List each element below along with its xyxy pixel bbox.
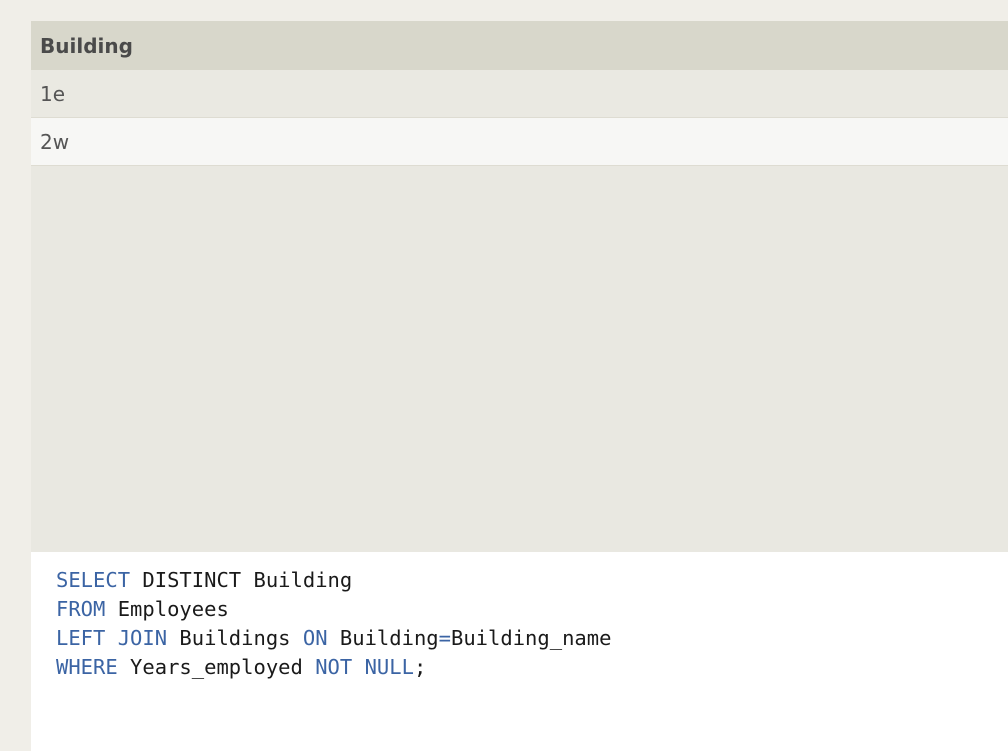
sql-exercise-page: Building 1e 2w SELECT DISTINCT Building F… bbox=[0, 0, 1008, 751]
sql-keyword-token: = bbox=[438, 626, 451, 650]
table-header-building: Building bbox=[31, 21, 1008, 70]
sql-text-token: Building_name bbox=[450, 626, 612, 650]
sql-keyword-token: NOT NULL bbox=[315, 655, 414, 679]
table-row: 2w bbox=[31, 118, 1008, 166]
sql-text-token: Years_employed bbox=[117, 655, 316, 679]
code-line[interactable]: FROM Employees bbox=[56, 595, 1008, 624]
table-row: 1e bbox=[31, 70, 1008, 118]
code-line[interactable]: WHERE Years_employed NOT NULL; bbox=[56, 653, 1008, 682]
sql-text-token: ; bbox=[413, 655, 427, 679]
sql-text-token: Building bbox=[327, 626, 439, 650]
sql-text-token: Employees bbox=[105, 597, 229, 621]
sql-keyword-token: LEFT JOIN bbox=[56, 626, 168, 650]
table-cell: 2w bbox=[40, 129, 70, 154]
sql-query-editor[interactable]: SELECT DISTINCT Building FROM Employees LE… bbox=[31, 552, 1008, 751]
table-cell: 1e bbox=[40, 81, 66, 106]
sql-keyword-token: FROM bbox=[56, 597, 106, 621]
code-line[interactable]: LEFT JOIN Buildings ON Building=Building… bbox=[56, 624, 1008, 653]
sql-keyword-token: ON bbox=[302, 626, 328, 650]
sql-text-token: DISTINCT Building bbox=[130, 568, 353, 592]
sql-text-token: Buildings bbox=[167, 626, 303, 650]
sql-keyword-token: WHERE bbox=[56, 655, 118, 679]
query-results-table: Building 1e 2w bbox=[31, 21, 1008, 552]
sql-keyword-token: SELECT bbox=[56, 568, 131, 592]
code-line[interactable]: SELECT DISTINCT Building bbox=[56, 566, 1008, 595]
